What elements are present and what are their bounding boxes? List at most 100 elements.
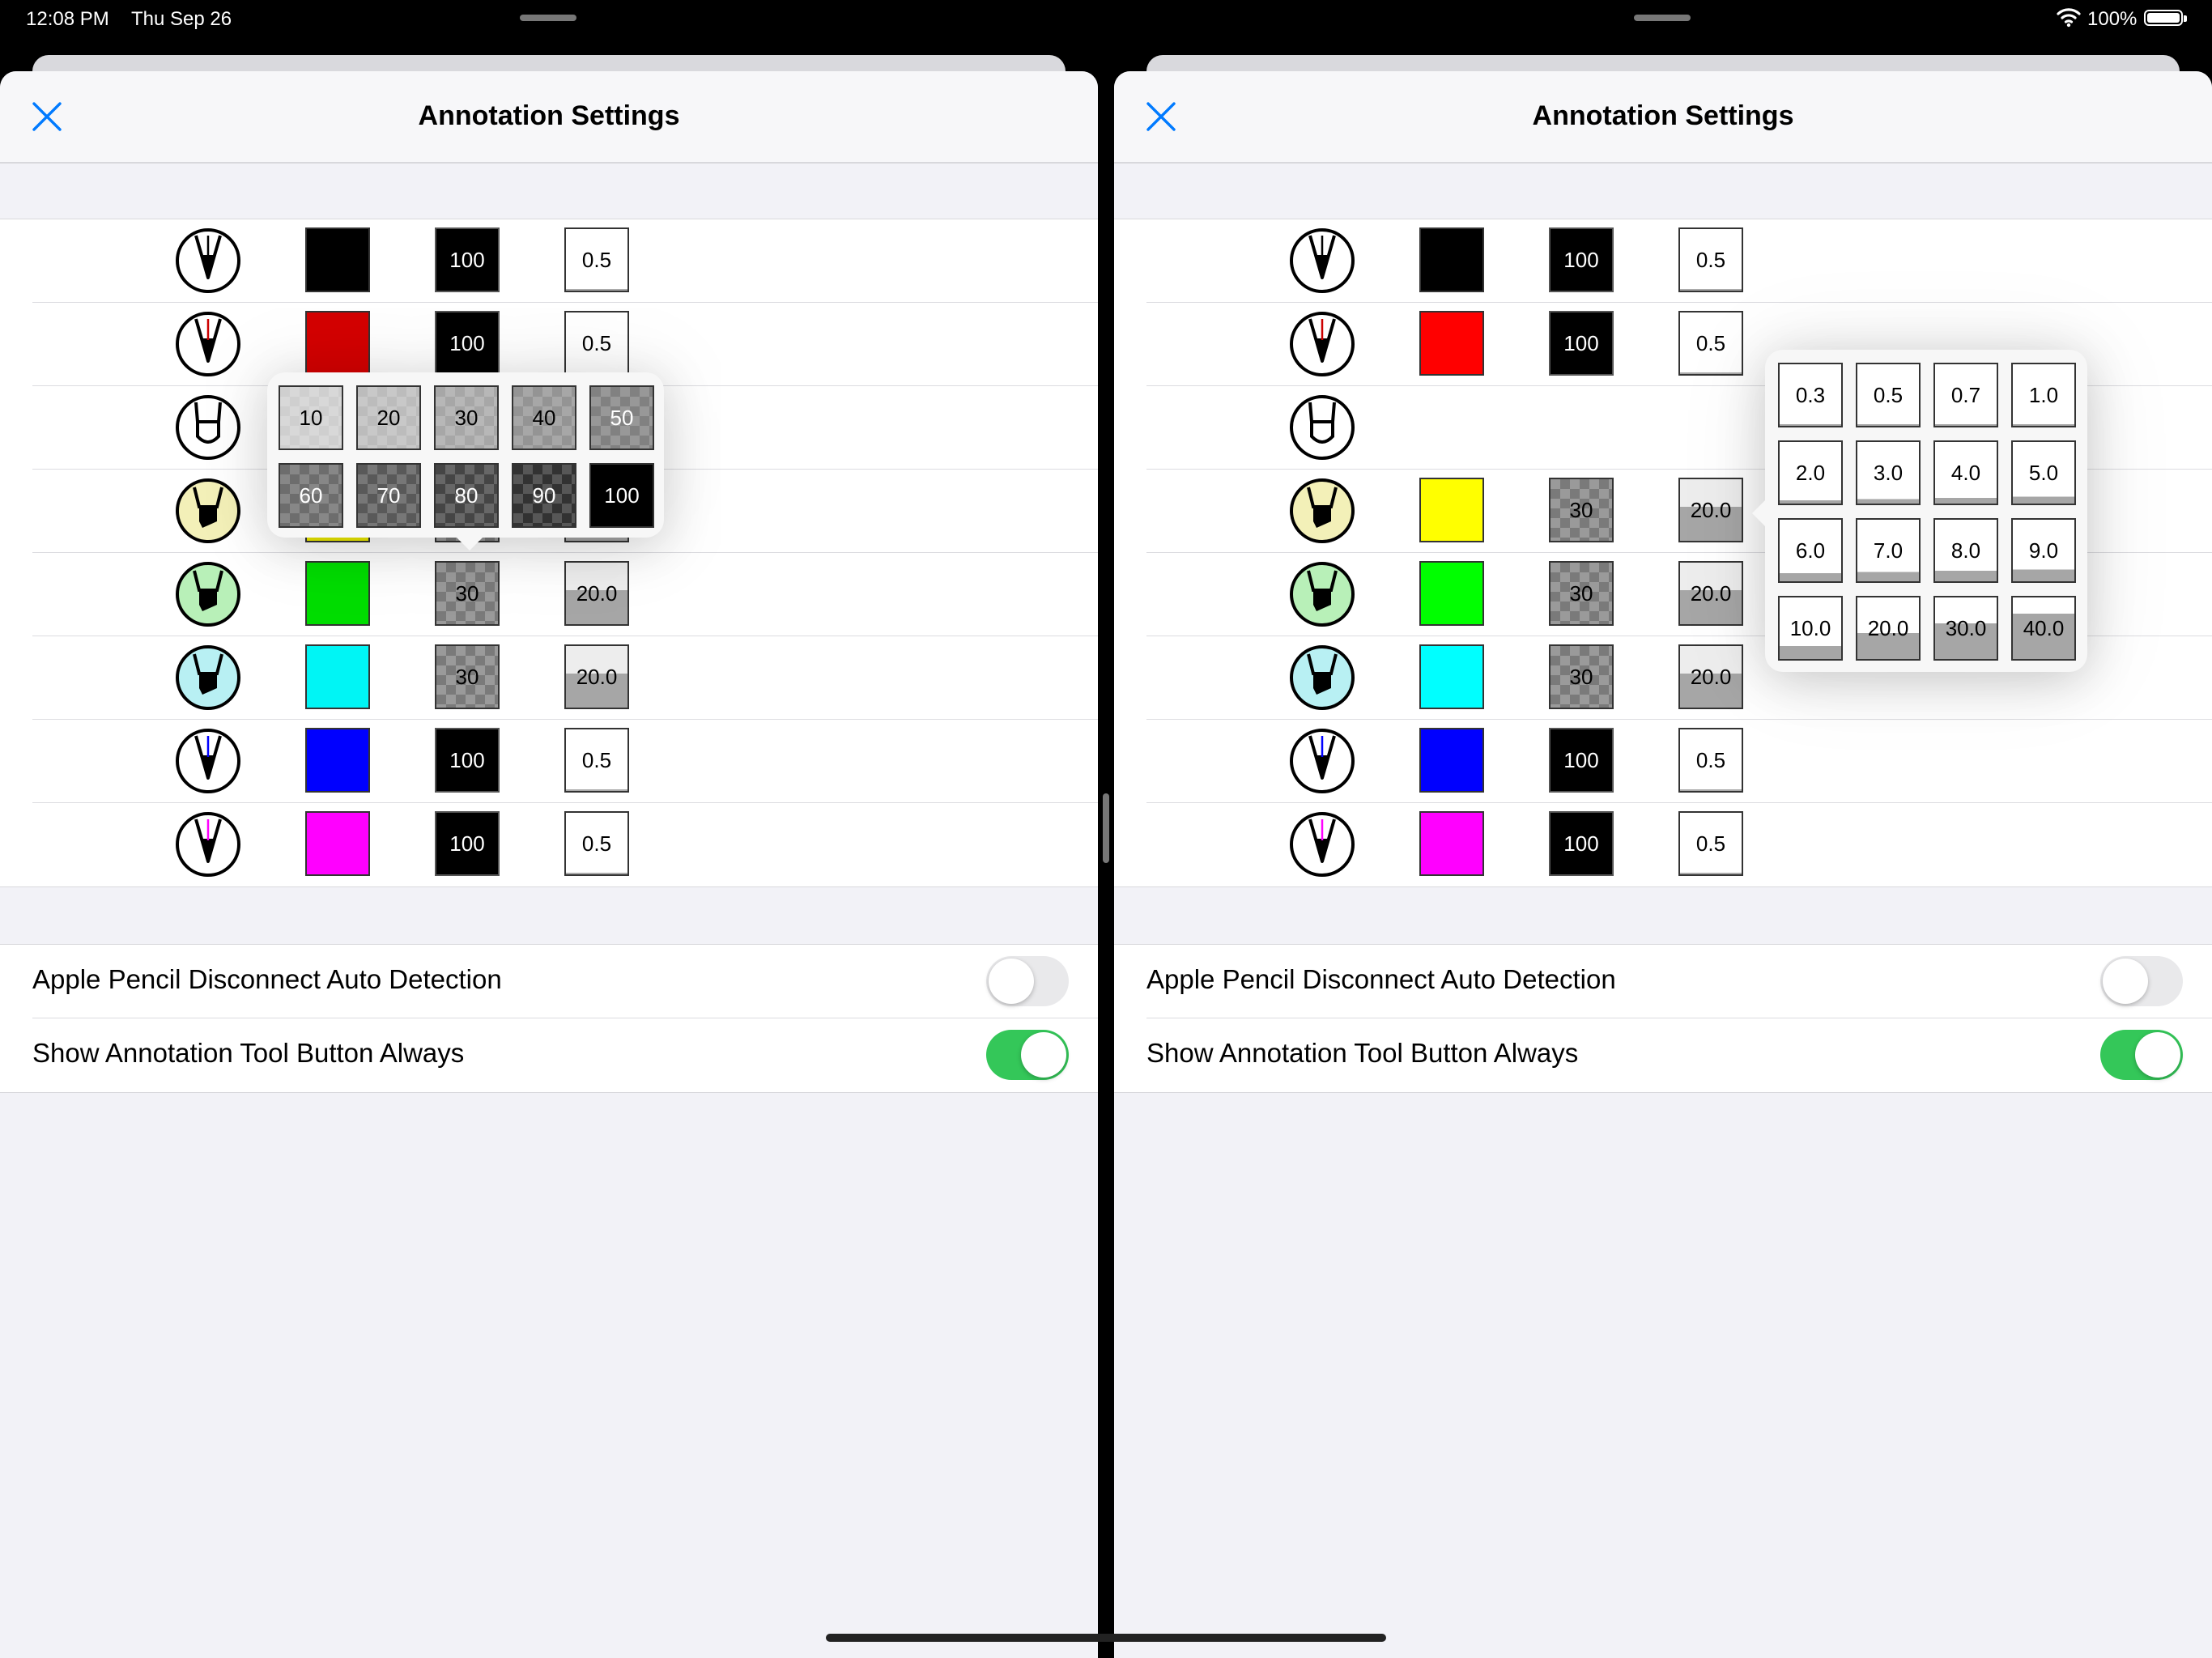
opacity-button[interactable]: 100 — [435, 311, 500, 376]
width-option[interactable]: 30.0 — [1933, 596, 1998, 661]
pen-icon[interactable] — [1289, 811, 1355, 878]
opacity-option[interactable]: 10 — [279, 385, 343, 450]
width-option[interactable]: 4.0 — [1933, 440, 1998, 505]
tool-row: 100 0.5 — [1114, 219, 2212, 303]
toggle-switch[interactable] — [986, 1030, 1069, 1080]
color-swatch-button[interactable] — [1419, 478, 1484, 542]
pen-icon[interactable] — [1289, 311, 1355, 377]
color-swatch-button[interactable] — [1419, 227, 1484, 292]
width-button[interactable]: 0.5 — [564, 811, 629, 876]
color-swatch-button[interactable] — [305, 728, 370, 793]
opacity-button[interactable]: 100 — [1549, 811, 1614, 876]
toggle-knob — [2135, 1032, 2180, 1078]
opacity-button[interactable]: 100 — [1549, 728, 1614, 793]
opacity-option[interactable]: 30 — [434, 385, 499, 450]
opacity-button[interactable]: 100 — [1549, 311, 1614, 376]
pen-icon[interactable] — [1289, 728, 1355, 794]
nav-bar: Annotation Settings — [1114, 71, 2212, 164]
color-swatch-button[interactable] — [305, 644, 370, 709]
opacity-button[interactable]: 30 — [1549, 561, 1614, 626]
opacity-option[interactable]: 70 — [356, 463, 421, 528]
left-multitask-grabber[interactable] — [520, 15, 576, 21]
color-swatch-button[interactable] — [305, 561, 370, 626]
width-button[interactable]: 0.5 — [1678, 811, 1743, 876]
battery-percent: 100% — [2087, 8, 2138, 30]
opacity-option[interactable]: 40 — [512, 385, 576, 450]
opacity-option[interactable]: 20 — [356, 385, 421, 450]
color-swatch-button[interactable] — [1419, 811, 1484, 876]
setting-row: Show Annotation Tool Button Always — [1114, 1018, 2212, 1091]
opacity-button[interactable]: 30 — [1549, 644, 1614, 709]
toggle-switch[interactable] — [2100, 1030, 2183, 1080]
highlighter-icon[interactable] — [175, 478, 241, 544]
color-swatch-button[interactable] — [1419, 644, 1484, 709]
width-button[interactable]: 0.5 — [564, 728, 629, 793]
toggle-switch[interactable] — [986, 956, 1069, 1006]
highlighter-icon[interactable] — [1289, 644, 1355, 711]
width-option[interactable]: 0.7 — [1933, 363, 1998, 427]
opacity-button[interactable]: 100 — [435, 728, 500, 793]
width-button[interactable]: 20.0 — [564, 644, 629, 709]
width-button[interactable]: 0.5 — [1678, 311, 1743, 376]
opacity-option[interactable]: 60 — [279, 463, 343, 528]
width-option[interactable]: 2.0 — [1778, 440, 1843, 505]
opacity-button[interactable]: 30 — [1549, 478, 1614, 542]
width-option[interactable]: 1.0 — [2011, 363, 2076, 427]
width-option[interactable]: 0.5 — [1856, 363, 1921, 427]
width-option[interactable]: 9.0 — [2011, 518, 2076, 583]
pen-icon[interactable] — [175, 311, 241, 377]
width-option[interactable]: 3.0 — [1856, 440, 1921, 505]
right-settings-sheet: Annotation Settings 100 0.5 100 0.5 30 20.0 30… — [1114, 71, 2212, 1658]
opacity-button[interactable]: 100 — [1549, 227, 1614, 292]
width-option[interactable]: 40.0 — [2011, 596, 2076, 661]
width-button[interactable]: 20.0 — [1678, 478, 1743, 542]
highlighter-icon[interactable] — [1289, 561, 1355, 627]
width-option[interactable]: 0.3 — [1778, 363, 1843, 427]
color-swatch-button[interactable] — [1419, 561, 1484, 626]
width-option[interactable]: 10.0 — [1778, 596, 1843, 661]
split-view-handle[interactable] — [1103, 793, 1109, 863]
opacity-button[interactable]: 30 — [435, 644, 500, 709]
width-button[interactable]: 20.0 — [564, 561, 629, 626]
width-option[interactable]: 20.0 — [1856, 596, 1921, 661]
pen-icon[interactable] — [1289, 227, 1355, 294]
width-button[interactable]: 0.5 — [1678, 227, 1743, 292]
home-indicator[interactable] — [826, 1634, 1386, 1642]
right-multitask-grabber[interactable] — [1634, 15, 1691, 21]
opacity-option[interactable]: 90 — [512, 463, 576, 528]
opacity-button[interactable]: 100 — [435, 227, 500, 292]
width-button[interactable]: 0.5 — [1678, 728, 1743, 793]
opacity-option[interactable]: 80 — [434, 463, 499, 528]
eraser-icon[interactable] — [1289, 394, 1355, 461]
width-option[interactable]: 6.0 — [1778, 518, 1843, 583]
opacity-option[interactable]: 100 — [589, 463, 654, 528]
width-button[interactable]: 0.5 — [564, 227, 629, 292]
width-option[interactable]: 8.0 — [1933, 518, 1998, 583]
color-swatch-button[interactable] — [305, 227, 370, 292]
highlighter-icon[interactable] — [175, 644, 241, 711]
opacity-button[interactable]: 100 — [435, 811, 500, 876]
color-swatch-button[interactable] — [305, 311, 370, 376]
toggle-knob — [989, 959, 1034, 1004]
width-option[interactable]: 5.0 — [2011, 440, 2076, 505]
eraser-icon[interactable] — [175, 394, 241, 461]
highlighter-icon[interactable] — [1289, 478, 1355, 544]
width-option[interactable]: 7.0 — [1856, 518, 1921, 583]
pen-icon[interactable] — [175, 811, 241, 878]
page-title: Annotation Settings — [418, 100, 680, 131]
color-swatch-button[interactable] — [1419, 728, 1484, 793]
color-swatch-button[interactable] — [1419, 311, 1484, 376]
toggle-switch[interactable] — [2100, 956, 2183, 1006]
width-button[interactable]: 20.0 — [1678, 561, 1743, 626]
highlighter-icon[interactable] — [175, 561, 241, 627]
width-button[interactable]: 20.0 — [1678, 644, 1743, 709]
setting-row: Apple Pencil Disconnect Auto Detection — [1114, 945, 2212, 1018]
toggle-knob — [1021, 1032, 1066, 1078]
width-button[interactable]: 0.5 — [564, 311, 629, 376]
pen-icon[interactable] — [175, 227, 241, 294]
color-swatch-button[interactable] — [305, 811, 370, 876]
tool-list: 1000.51000.53020.03020.03020.01000.51000… — [0, 219, 1098, 887]
opacity-option[interactable]: 50 — [589, 385, 654, 450]
pen-icon[interactable] — [175, 728, 241, 794]
opacity-button[interactable]: 30 — [435, 561, 500, 626]
